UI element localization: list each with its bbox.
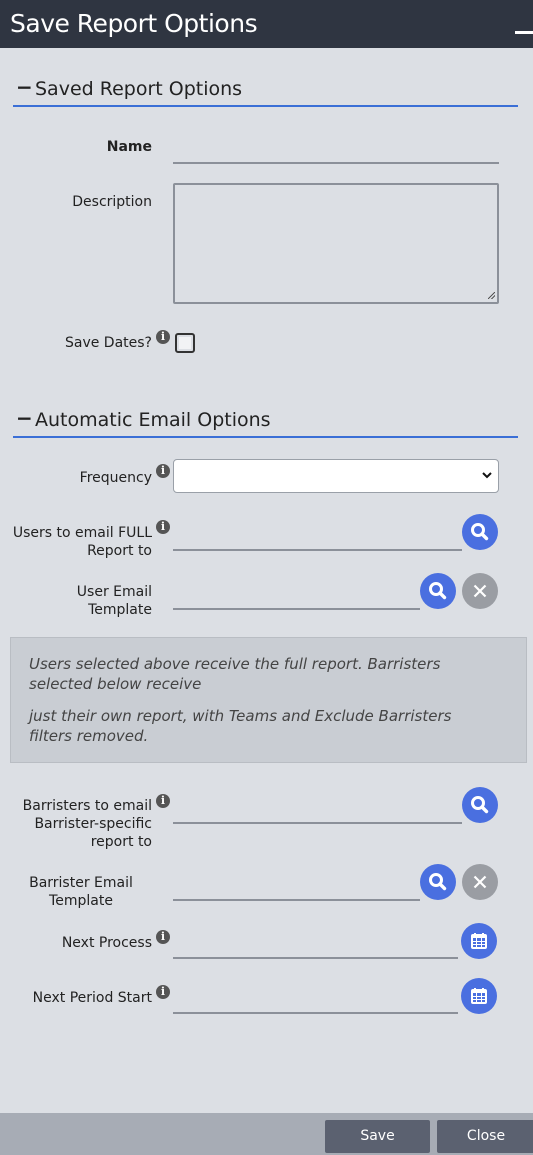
- search-barrister-template-button[interactable]: [420, 864, 456, 900]
- automatic-email-options-header[interactable]: − Automatic Email Options: [13, 400, 518, 438]
- notice-line-1: Users selected above receive the full re…: [29, 655, 441, 693]
- window-title: Save Report Options: [10, 9, 258, 38]
- info-icon[interactable]: i: [156, 330, 170, 344]
- search-barristers-button[interactable]: [462, 787, 498, 823]
- name-field[interactable]: [173, 138, 499, 164]
- info-icon[interactable]: i: [156, 985, 170, 999]
- search-icon: [429, 873, 447, 891]
- clear-barrister-template-button[interactable]: [462, 864, 498, 900]
- search-users-button[interactable]: [462, 514, 498, 550]
- calendar-icon: [471, 988, 487, 1004]
- barrister-template-label-line1: Barrister Email: [29, 875, 133, 891]
- users-full-label-line2: Report to: [87, 543, 152, 559]
- info-notice: Users selected above receive the full re…: [10, 637, 527, 763]
- barrister-template-label: Barrister Email Template: [10, 874, 152, 910]
- search-icon: [471, 796, 489, 814]
- clear-icon: [473, 584, 487, 598]
- search-icon: [429, 582, 447, 600]
- description-label: Description: [72, 194, 152, 210]
- dialog-footer: Save Close: [0, 1113, 533, 1155]
- search-icon: [471, 523, 489, 541]
- title-bar: Save Report Options: [0, 0, 533, 48]
- minimize-icon[interactable]: [515, 31, 533, 34]
- saved-report-options-header[interactable]: − Saved Report Options: [13, 69, 518, 107]
- resize-grip-icon[interactable]: [488, 292, 495, 299]
- info-icon[interactable]: i: [156, 520, 170, 534]
- barristers-label-line3: report to: [90, 834, 152, 850]
- next-process-calendar-button[interactable]: [461, 923, 497, 959]
- save-dates-label: Save Dates?: [64, 335, 152, 351]
- save-button[interactable]: Save: [325, 1120, 430, 1153]
- user-template-field[interactable]: [173, 584, 420, 610]
- notice-line-2: just their own report, with Teams and Ex…: [29, 707, 452, 745]
- barristers-label-line2: Barrister-specific: [34, 816, 152, 832]
- barristers-field[interactable]: [173, 798, 462, 824]
- chevron-down-icon: [482, 472, 492, 479]
- next-process-field[interactable]: [173, 933, 458, 959]
- search-user-template-button[interactable]: [420, 573, 456, 609]
- close-button[interactable]: Close: [437, 1120, 533, 1153]
- clear-icon: [473, 875, 487, 889]
- calendar-icon: [471, 933, 487, 949]
- next-period-calendar-button[interactable]: [461, 978, 497, 1014]
- info-icon[interactable]: i: [156, 794, 170, 808]
- next-process-label: Next Process: [61, 935, 152, 951]
- collapse-icon[interactable]: −: [16, 75, 33, 99]
- users-full-label-line1: Users to email FULL: [12, 525, 152, 541]
- user-template-label: User Email Template: [76, 584, 152, 618]
- info-icon[interactable]: i: [156, 930, 170, 944]
- section-title: Automatic Email Options: [35, 409, 271, 431]
- save-dates-checkbox[interactable]: [175, 333, 195, 353]
- barristers-label-line1: Barristers to email: [22, 798, 152, 814]
- barrister-template-field[interactable]: [173, 875, 420, 901]
- frequency-label: Frequency: [79, 470, 152, 486]
- users-full-field[interactable]: [173, 525, 462, 551]
- next-period-start-label: Next Period Start: [32, 990, 152, 1006]
- next-period-start-field[interactable]: [173, 988, 458, 1014]
- name-label: Name: [106, 139, 152, 155]
- clear-user-template-button[interactable]: [462, 573, 498, 609]
- collapse-icon[interactable]: −: [16, 406, 33, 430]
- info-icon[interactable]: i: [156, 464, 170, 478]
- barristers-label: Barristers to email Barrister-specific r…: [10, 797, 152, 851]
- users-full-label: Users to email FULL Report to: [10, 524, 152, 560]
- frequency-select[interactable]: [173, 459, 499, 493]
- section-title: Saved Report Options: [35, 78, 243, 100]
- description-field[interactable]: [173, 183, 499, 304]
- barrister-template-label-line2: Template: [49, 893, 113, 909]
